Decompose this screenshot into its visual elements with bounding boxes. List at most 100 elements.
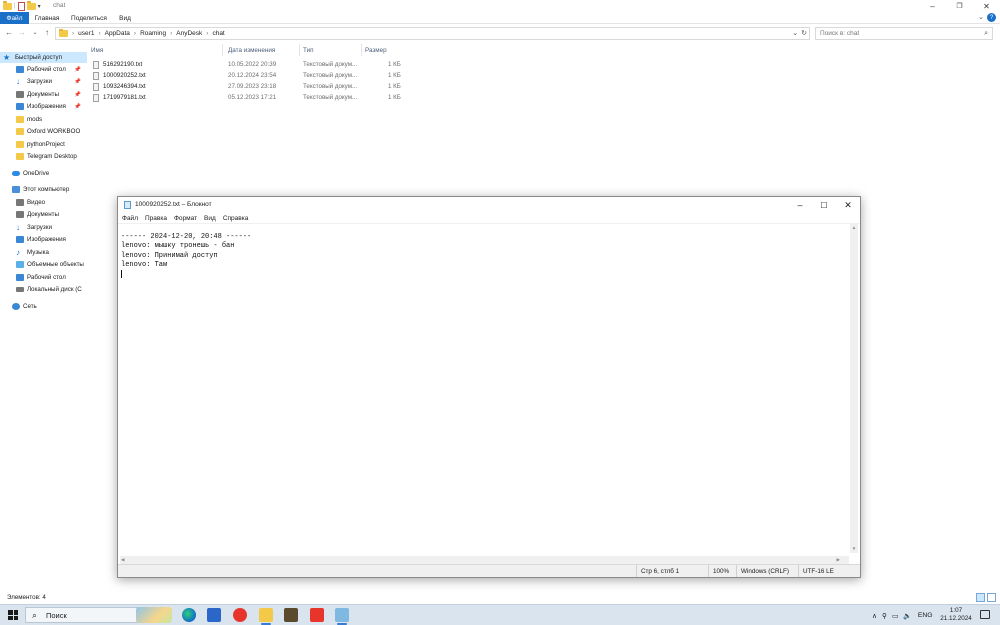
chevron-up-icon[interactable]: ∧ [872, 612, 877, 620]
up-icon[interactable]: ↑ [42, 27, 52, 38]
recent-locations-icon[interactable]: ⌄ [30, 27, 40, 38]
line-endings: Windows (CRLF) [736, 565, 798, 577]
help-icon[interactable]: ? [987, 13, 996, 22]
breadcrumb-appdata[interactable]: AppData [105, 30, 130, 37]
minimize-button[interactable]: – [788, 197, 812, 213]
scroll-right-icon[interactable]: ▶ [837, 557, 840, 563]
minecraft-icon[interactable] [284, 608, 298, 622]
tab-share[interactable]: Поделиться [67, 12, 111, 24]
column-header-name[interactable]: Имя [88, 44, 223, 56]
tab-view[interactable]: Вид [114, 12, 136, 24]
nav-label: Загрузки [27, 224, 52, 231]
nav-pc-documents[interactable]: Документы [0, 209, 87, 220]
close-button[interactable]: ✕ [836, 197, 860, 213]
large-icons-view-icon[interactable] [987, 593, 996, 602]
maximize-button[interactable]: ❐ [946, 0, 973, 12]
volume-icon[interactable]: 🔈 [903, 612, 911, 620]
new-folder-icon[interactable] [26, 1, 36, 10]
battery-icon[interactable]: ▭ [892, 612, 898, 620]
horizontal-scrollbar[interactable]: ◀ ▶ [120, 556, 849, 564]
table-row[interactable]: 516292190.txt 10.05.2022 20:39 Текстовый… [88, 59, 418, 70]
notifications-icon[interactable] [980, 610, 990, 619]
nav-network[interactable]: Сеть [0, 301, 87, 312]
nav-quick-desktop[interactable]: Рабочий стол 📌 [0, 64, 87, 75]
yandex-browser-icon[interactable] [233, 608, 247, 622]
file-type: Текстовый докум... [303, 83, 358, 90]
refresh-icon[interactable]: ↻ [801, 29, 807, 37]
menu-help[interactable]: Справка [223, 215, 249, 222]
nav-label: Документы [27, 91, 59, 98]
nav-quick-downloads[interactable]: ↓ Загрузки 📌 [0, 76, 87, 87]
menu-view[interactable]: Вид [204, 215, 216, 222]
explorer-window-title: chat [53, 2, 66, 9]
menu-file[interactable]: Файл [122, 215, 138, 222]
view-switcher [976, 593, 996, 602]
menu-format[interactable]: Формат [174, 215, 197, 222]
nav-this-pc[interactable]: Этот компьютер [0, 184, 87, 195]
address-bar[interactable]: › user1 › AppData › Roaming › AnyDesk › … [55, 27, 810, 40]
table-row[interactable]: 1093246394.txt 27.09.2023 23:18 Текстовы… [88, 81, 418, 92]
maximize-button[interactable]: ☐ [812, 197, 836, 213]
scroll-up-icon[interactable]: ▲ [851, 225, 857, 231]
windows-start-icon[interactable] [8, 610, 18, 620]
nav-pc-pictures[interactable]: Изображения [0, 234, 87, 245]
nav-quick-telegram[interactable]: Telegram Desktop [0, 151, 87, 162]
customize-toolbar-icon[interactable]: ▾ [38, 3, 41, 10]
nav-quick-pythonproject[interactable]: pythonProject [0, 139, 87, 150]
back-icon[interactable]: ← [4, 27, 14, 38]
search-input[interactable]: Поиск в: chat ⌕ [815, 27, 993, 40]
column-header-size[interactable]: Размер [362, 44, 404, 56]
folder-icon [16, 128, 24, 135]
edge-icon[interactable] [182, 608, 196, 622]
close-button[interactable]: ✕ [973, 0, 1000, 12]
network-icon[interactable]: ⚲ [882, 612, 887, 620]
language-indicator[interactable]: ENG [918, 612, 933, 619]
explorer-window-buttons: – ❐ ✕ [919, 0, 1000, 12]
nav-pc-desktop[interactable]: Рабочий стол [0, 272, 87, 283]
pictures-icon [16, 236, 24, 243]
expand-ribbon-icon[interactable]: ⌄ [978, 13, 984, 21]
table-row[interactable]: 1719979181.txt 05.12.2023 17:21 Текстовы… [88, 92, 418, 103]
nav-pc-videos[interactable]: Видео [0, 197, 87, 208]
clock[interactable]: 1:07 21.12.2024 [935, 607, 977, 623]
nav-label: Этот компьютер [23, 186, 70, 193]
scroll-left-icon[interactable]: ◀ [121, 557, 124, 563]
properties-icon[interactable] [17, 1, 25, 11]
nav-quick-mods[interactable]: mods [0, 114, 87, 125]
nav-quick-documents[interactable]: Документы 📌 [0, 89, 87, 100]
nav-label: Объемные объекты [27, 261, 84, 268]
minimize-button[interactable]: – [919, 0, 946, 12]
nav-quick-pictures[interactable]: Изображения 📌 [0, 101, 87, 112]
nav-pc-downloads[interactable]: ↓ Загрузки [0, 222, 87, 233]
table-row[interactable]: 1000920252.txt 20.12.2024 23:54 Текстовы… [88, 70, 418, 81]
store-icon[interactable] [207, 608, 221, 622]
notepad-taskbar-icon[interactable] [335, 608, 349, 625]
anydesk-icon[interactable] [310, 608, 324, 622]
vertical-scrollbar[interactable]: ▲ ▼ [850, 224, 858, 553]
notepad-text-area[interactable]: ------ 2024-12-20, 20:48 ------ lenovo: м… [120, 225, 851, 563]
nav-quick-access[interactable]: ★ Быстрый доступ [0, 52, 87, 63]
details-view-icon[interactable] [976, 593, 985, 602]
chevron-down-icon[interactable]: ⌄ [792, 29, 798, 37]
nav-quick-oxford[interactable]: Oxford WORKBOO [0, 126, 87, 137]
forward-icon[interactable]: → [17, 27, 27, 38]
breadcrumb-roaming[interactable]: Roaming [140, 30, 166, 37]
system-tray: ∧ ⚲ ▭ 🔈 ENG [872, 605, 933, 625]
file-explorer-icon[interactable] [259, 608, 273, 625]
breadcrumb-user1[interactable]: user1 [78, 30, 94, 37]
column-header-type[interactable]: Тип [300, 44, 362, 56]
nav-pc-3d-objects[interactable]: Объемные объекты [0, 259, 87, 270]
nav-onedrive[interactable]: OneDrive [0, 168, 87, 179]
tab-file[interactable]: Файл [0, 12, 29, 24]
nav-pc-local-disk[interactable]: Локальный диск (C [0, 284, 87, 295]
column-header-date[interactable]: Дата изменения [225, 44, 300, 56]
breadcrumb-anydesk[interactable]: AnyDesk [176, 30, 202, 37]
scroll-down-icon[interactable]: ▼ [851, 546, 857, 552]
search-highlight-image[interactable] [136, 607, 172, 623]
text-line: lenovo: Принимай доступ [121, 251, 218, 260]
tab-home[interactable]: Главная [31, 12, 63, 24]
breadcrumb-chat[interactable]: chat [212, 30, 224, 37]
menu-edit[interactable]: Правка [145, 215, 167, 222]
taskbar-search-label: Поиск [46, 610, 67, 620]
nav-pc-music[interactable]: ♪ Музыка [0, 247, 87, 258]
